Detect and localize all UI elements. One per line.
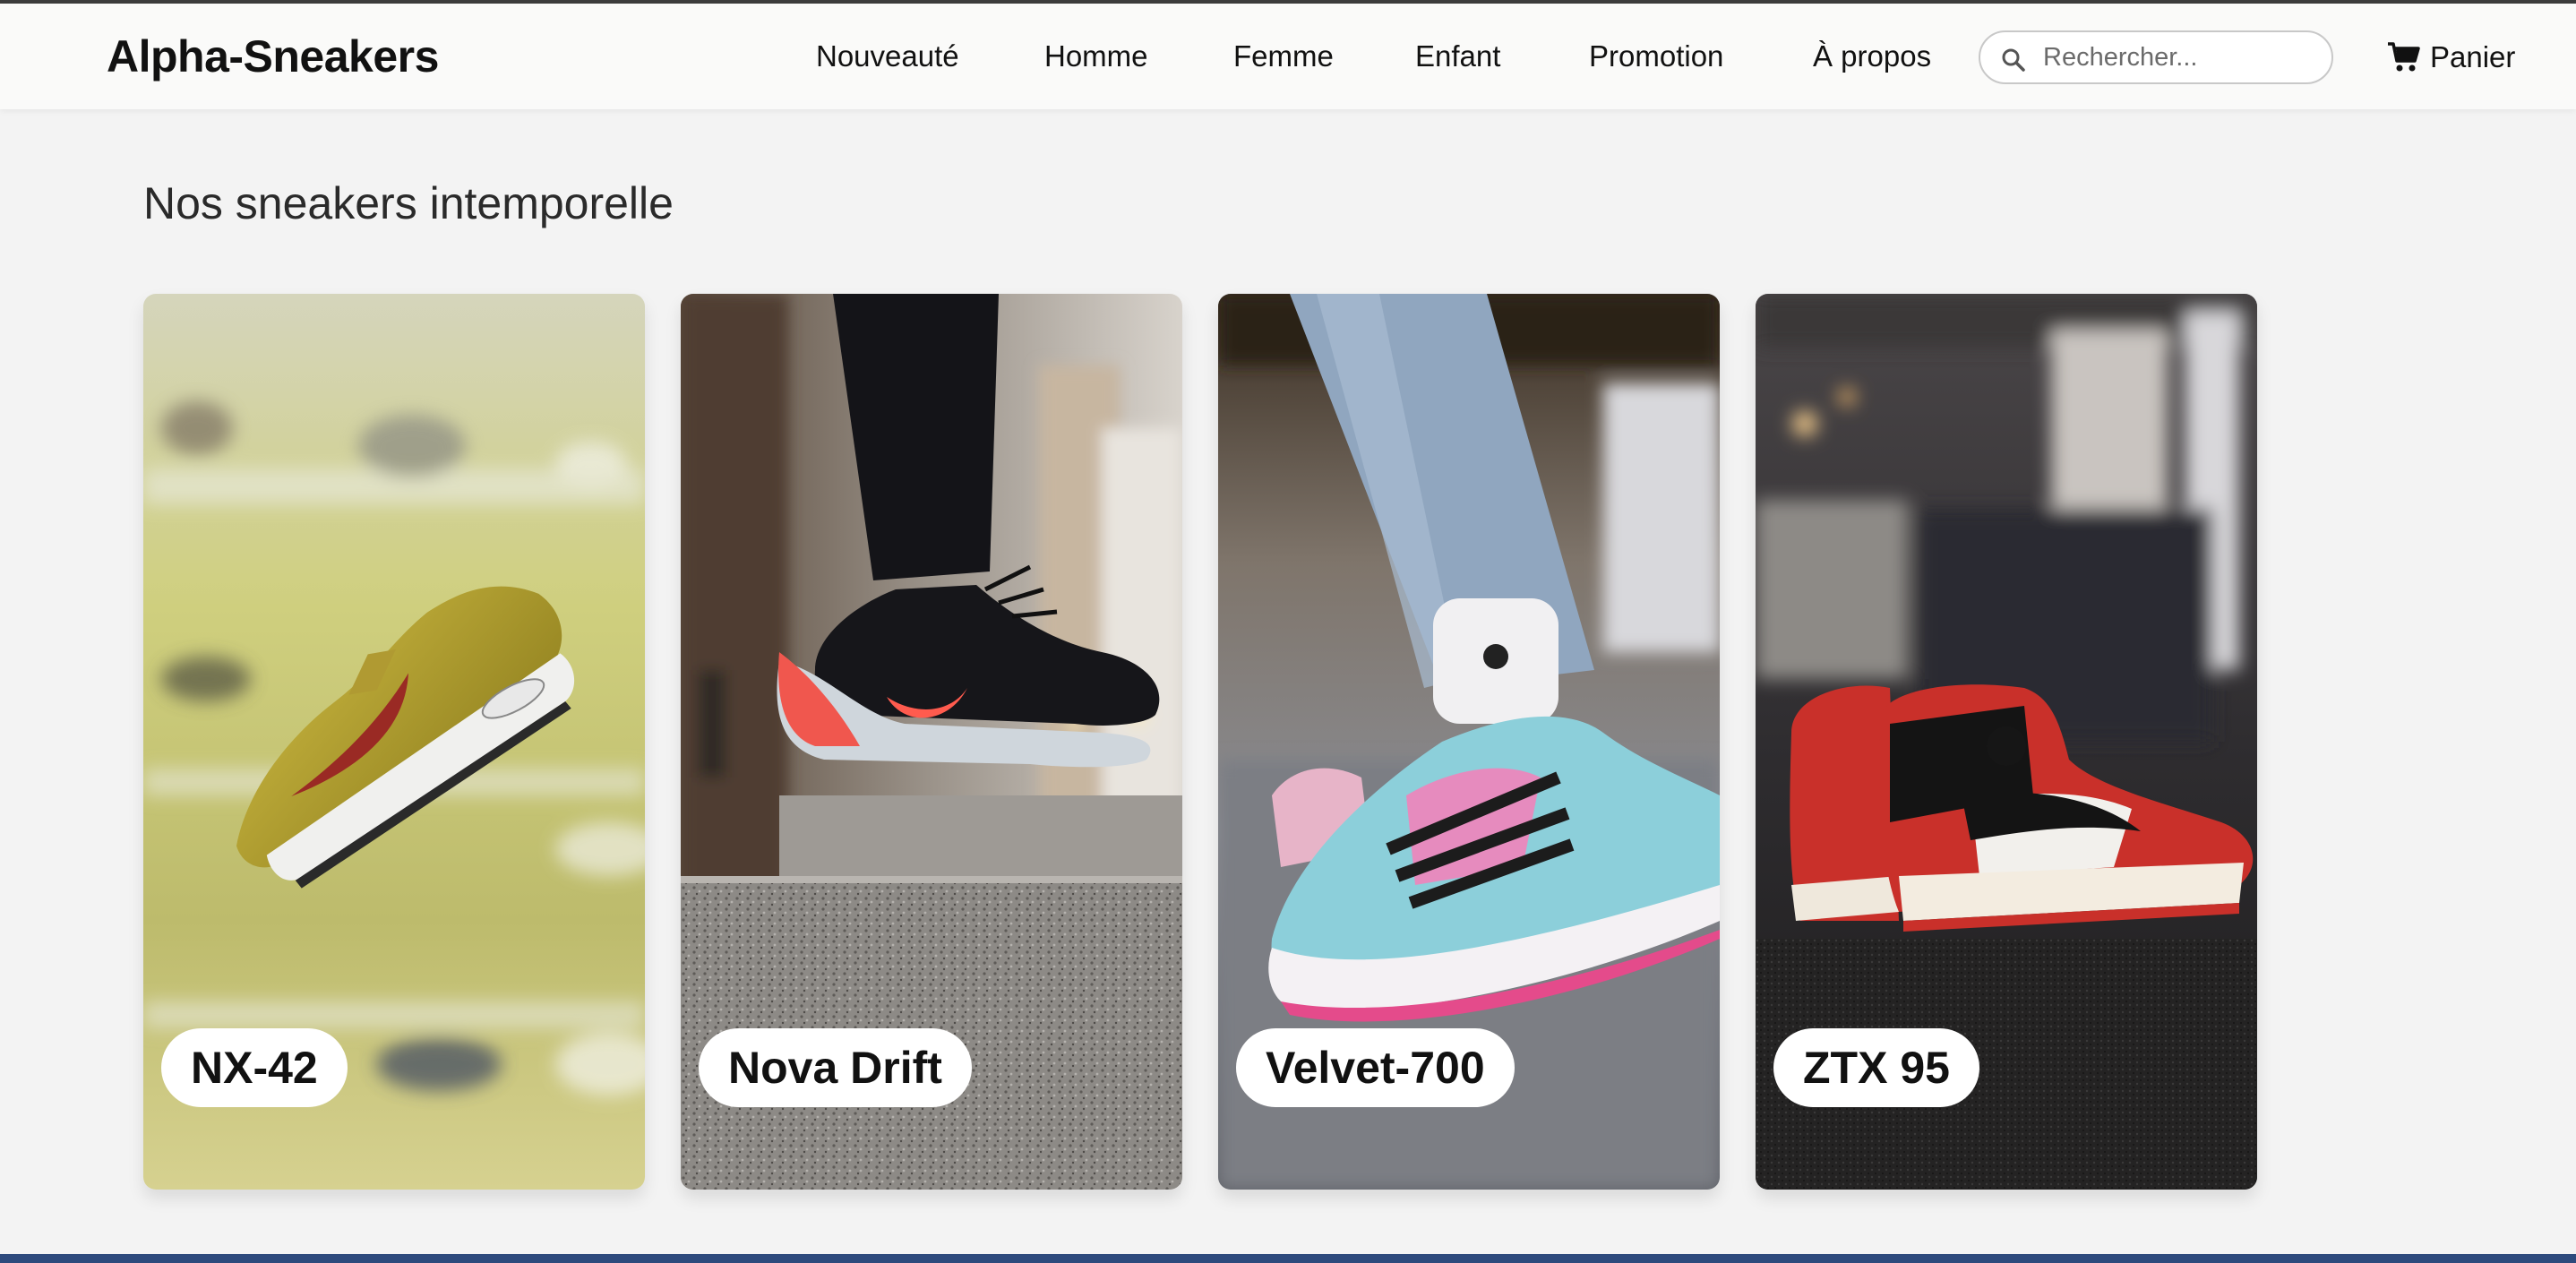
- search-box[interactable]: [1979, 30, 2333, 84]
- nav-link-femme[interactable]: Femme: [1233, 39, 1334, 73]
- product-card-ztx-95[interactable]: ZTX 95: [1756, 294, 2257, 1190]
- cart-label: Panier: [2430, 40, 2516, 73]
- product-name-label: ZTX 95: [1773, 1028, 1979, 1107]
- product-name-label: Velvet-700: [1236, 1028, 1515, 1107]
- cart-button[interactable]: Panier: [2387, 38, 2515, 77]
- section-title: Nos sneakers intemporelle: [143, 178, 674, 228]
- window-bottom-edge: [0, 1254, 2576, 1263]
- product-name-label: Nova Drift: [699, 1028, 972, 1107]
- nav-link-a-propos[interactable]: À propos: [1813, 39, 1931, 73]
- nav-link-homme[interactable]: Homme: [1044, 39, 1148, 73]
- top-navbar: Alpha-Sneakers Nouveauté Homme Femme Enf…: [0, 4, 2576, 109]
- search-input[interactable]: [2043, 39, 2321, 75]
- nav-link-nouveaute[interactable]: Nouveauté: [816, 39, 959, 73]
- nav-link-enfant[interactable]: Enfant: [1415, 39, 1500, 73]
- product-card-nx-42[interactable]: NX-42: [143, 294, 645, 1190]
- product-card-velvet-700[interactable]: Velvet-700: [1218, 294, 1720, 1190]
- shopping-cart-icon: [2388, 42, 2420, 72]
- brand-logo[interactable]: Alpha-Sneakers: [107, 30, 439, 82]
- product-card-nova-drift[interactable]: Nova Drift: [681, 294, 1182, 1190]
- product-name-label: NX-42: [161, 1028, 348, 1107]
- search-icon: [2002, 48, 2025, 72]
- nav-link-promotion[interactable]: Promotion: [1589, 39, 1723, 73]
